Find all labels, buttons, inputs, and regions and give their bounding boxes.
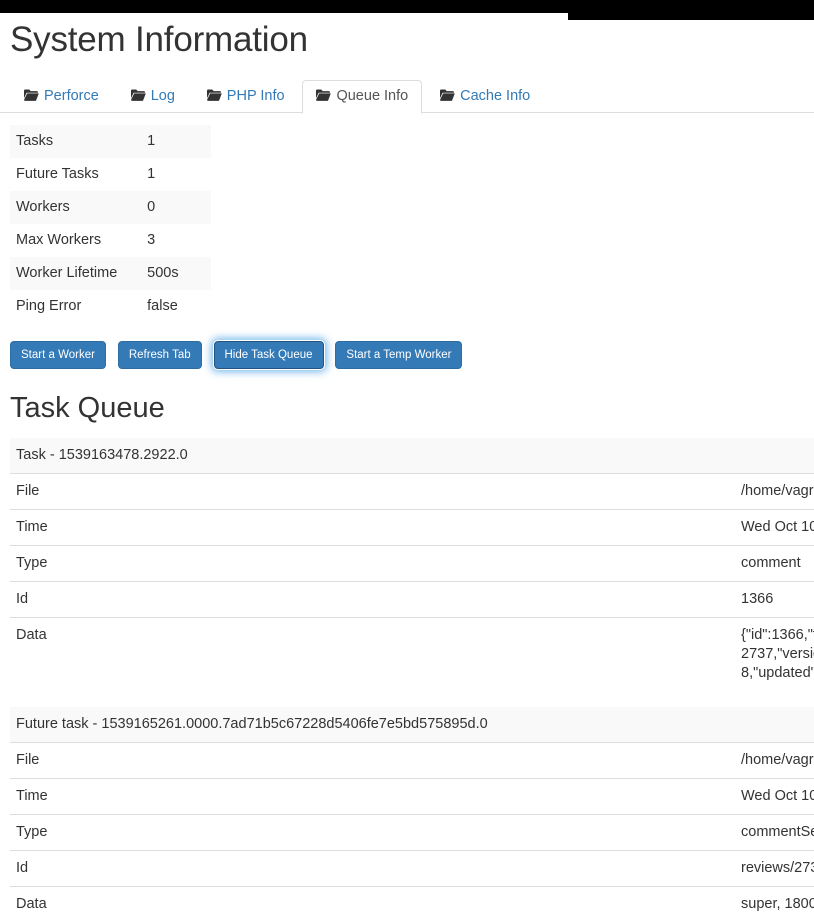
navbar-strip-left [0, 0, 568, 13]
tab-label: Cache Info [460, 87, 531, 104]
row-key: Ping Error [16, 297, 82, 314]
row-value: commentSendDelay [735, 814, 814, 851]
row-value: Wed Oct 10 2018 10:54:21 GMT+0100 (GMT S… [735, 778, 814, 815]
tab-item-php-info: PHP Info [193, 80, 299, 114]
row-value: 500s [141, 256, 211, 290]
row-value: 1 [141, 124, 211, 158]
row-value: 1 [147, 165, 156, 182]
start-a-worker-button[interactable]: Start a Worker [10, 340, 106, 369]
table-row: Time Wed Oct 10 2018 10:54:21 GMT+0100 (… [10, 778, 814, 815]
row-key: File [10, 742, 735, 779]
row-key: Worker Lifetime [10, 256, 142, 290]
row-value: comment [735, 545, 814, 582]
task-queue-heading: Task Queue [10, 391, 165, 424]
queue-info-table: Tasks 1 Future Tasks 1 Workers 0 Max Wor… [10, 124, 211, 323]
tab-label: Perforce [44, 87, 99, 104]
table-row: Future Tasks 1 [10, 158, 211, 191]
table-row: Workers 0 [10, 190, 211, 224]
table-row: Type commentSendDelay [10, 814, 814, 851]
tab-log[interactable]: Log [117, 80, 189, 114]
row-key: Max Workers [16, 231, 102, 248]
row-value: super, 1800, [735, 886, 814, 922]
tab-perforce[interactable]: Perforce [10, 80, 113, 114]
refresh-tab-button[interactable]: Refresh Tab [117, 340, 202, 369]
tab-item-cache-info: Cache Info [426, 80, 544, 114]
row-value: 0 [141, 190, 211, 224]
row-key: Tasks [10, 124, 142, 158]
row-key: File [10, 473, 735, 510]
row-value: Wed Oct 10 2018 10:24:38 GMT+0100 (GMT S… [735, 509, 814, 546]
table-row: Worker Lifetime 500s [10, 256, 211, 290]
folder-icon [206, 89, 222, 101]
row-key: Id [10, 581, 735, 618]
row-value: /home/vagrant/swarm/data/queue/153916347… [735, 473, 814, 510]
table-row: Id reviews/2737 [10, 850, 814, 887]
folder-icon [130, 89, 146, 101]
table-row: Tasks 1 [10, 124, 211, 158]
row-value: reviews/2737 [735, 850, 814, 887]
tab-label: Queue Info [336, 87, 409, 104]
table-row: Ping Error false [10, 290, 211, 323]
page-title: System Information [10, 20, 308, 59]
row-key: Type [10, 545, 735, 582]
task-tables-container: Task - 1539163478.2922.0 File /home/vagr… [0, 424, 814, 922]
task-header: Future task - 1539165261.0000.7ad71b5c67… [10, 707, 814, 743]
folder-icon [440, 89, 455, 101]
row-key: Workers [10, 190, 142, 224]
task-header-row: Task - 1539163478.2922.0 [10, 438, 814, 474]
page-content: System Information Perforce Log PHP Info… [0, 13, 814, 922]
table-row: File /home/vagrant/swarm/data/queue/1539… [10, 473, 814, 510]
start-a-temp-worker-button[interactable]: Start a Temp Worker [335, 340, 463, 369]
table-row: Type comment [10, 545, 814, 582]
row-key: Data [10, 886, 735, 922]
tab-item-log: Log [117, 80, 189, 114]
tab-php-info[interactable]: PHP Info [193, 80, 299, 114]
tab-label: PHP Info [226, 87, 285, 104]
table-row: Time Wed Oct 10 2018 10:24:38 GMT+0100 (… [10, 509, 814, 546]
row-value: 1366 [735, 581, 814, 618]
table-row: Data super, 1800, [10, 886, 814, 922]
tab-cache-info[interactable]: Cache Info [426, 80, 544, 114]
table-row: Max Workers 3 [10, 224, 211, 257]
table-row: Id 1366 [10, 581, 814, 618]
table-row: File /home/vagrant/swarm/data/queue/1539… [10, 742, 814, 779]
action-button-row: Start a Worker Refresh Tab Hide Task Que… [10, 340, 814, 369]
folder-icon [24, 89, 39, 101]
table-row: Data {"id":1366,"topic":"reviews/2737","… [10, 617, 814, 692]
tab-item-perforce: Perforce [10, 80, 113, 114]
task-header-row: Future task - 1539165261.0000.7ad71b5c67… [10, 707, 814, 743]
task-table: Task - 1539163478.2922.0 File /home/vagr… [10, 438, 814, 692]
row-key: Future Tasks [16, 165, 99, 182]
task-header: Task - 1539163478.2922.0 [10, 438, 814, 474]
row-value: /home/vagrant/swarm/data/queue/153916526… [735, 742, 814, 779]
row-value: false [147, 297, 178, 314]
tab-queue-info[interactable]: Queue Info [302, 79, 423, 114]
row-key: Data [10, 617, 735, 692]
hide-task-queue-button[interactable]: Hide Task Queue [213, 340, 324, 369]
row-key: Type [10, 814, 735, 851]
row-value: {"id":1366,"topic":"reviews/2737","conte… [735, 617, 814, 692]
tab-label: Log [150, 87, 175, 104]
row-key: Time [10, 778, 735, 815]
task-table: Future task - 1539165261.0000.7ad71b5c67… [10, 707, 814, 922]
row-key: Id [10, 850, 735, 887]
tab-item-queue-info: Queue Info [302, 79, 423, 114]
tab-bar: Perforce Log PHP Info Queue Info Cache I… [0, 79, 814, 114]
folder-icon [316, 89, 332, 101]
row-value: 3 [147, 231, 156, 248]
row-key: Time [10, 509, 735, 546]
